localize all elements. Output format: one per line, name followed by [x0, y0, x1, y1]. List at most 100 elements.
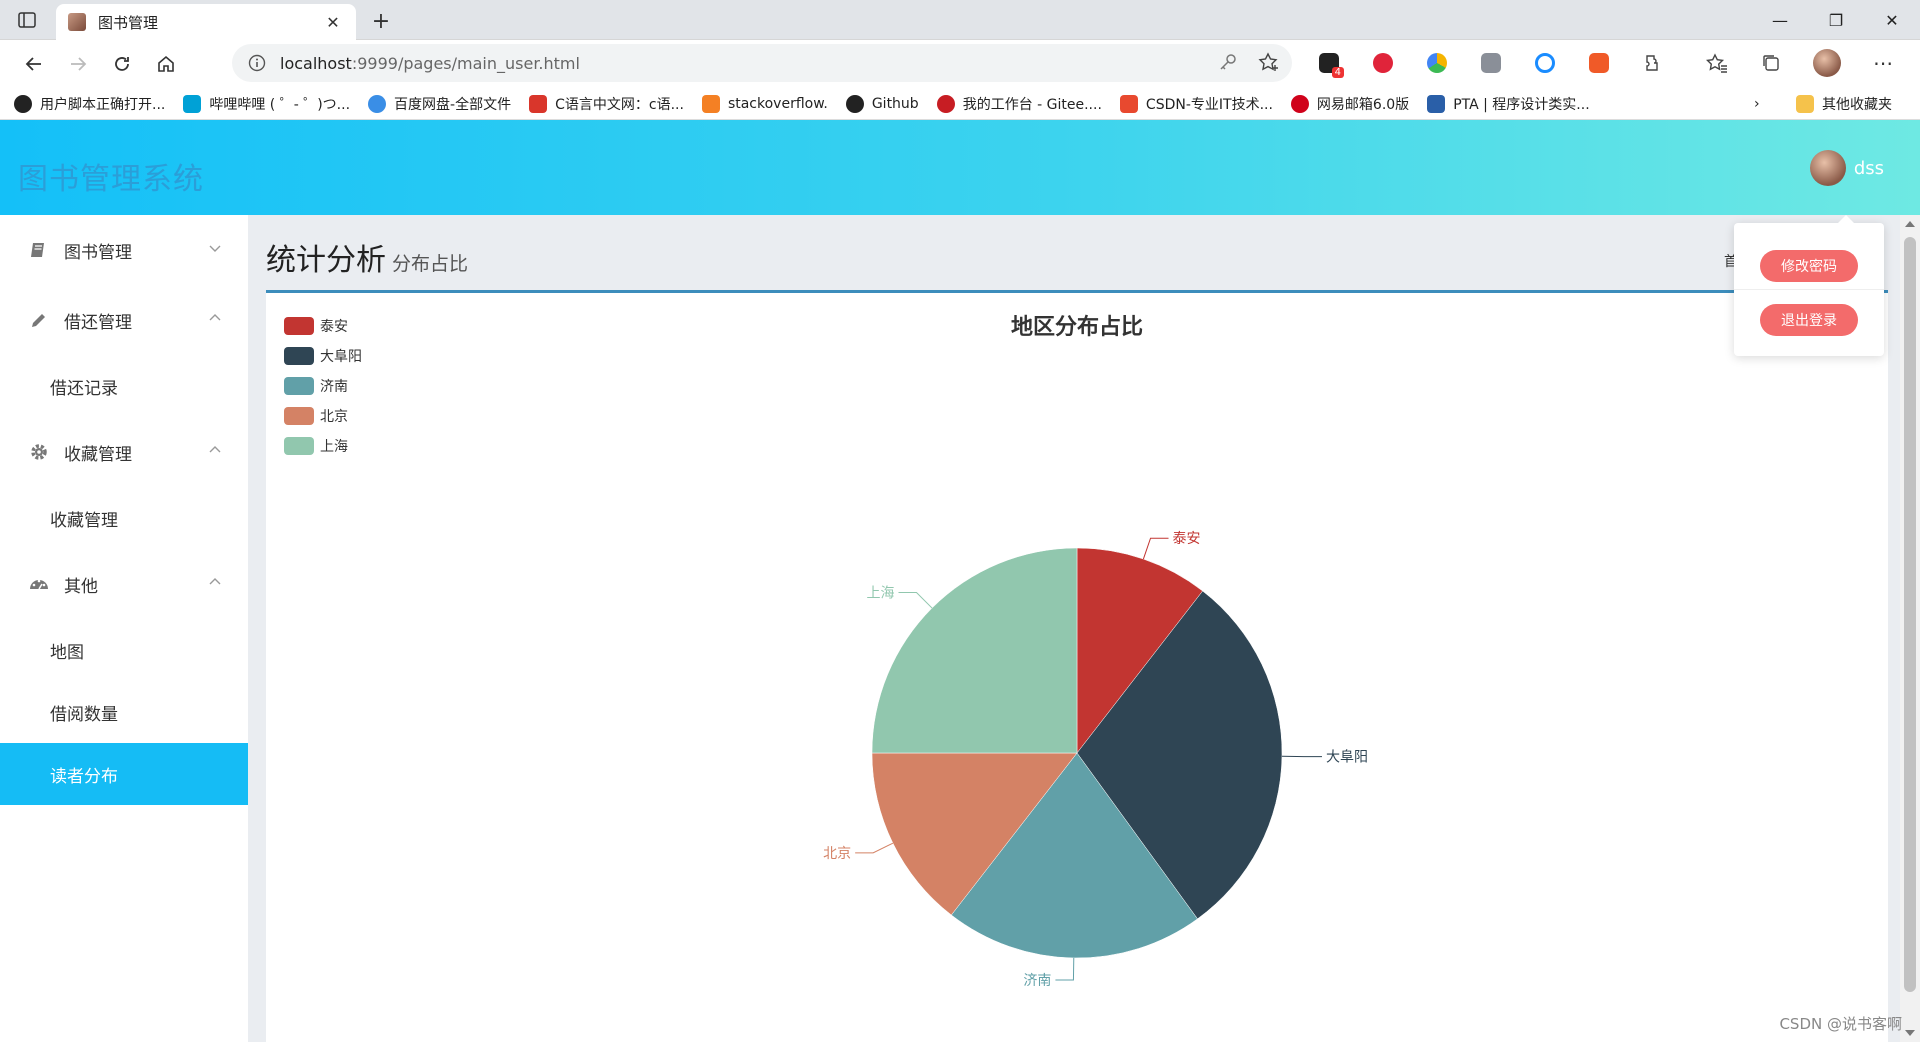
- slice-label-line: [898, 592, 932, 608]
- sidebar-group-other[interactable]: 其他: [0, 549, 248, 619]
- bookmark-icon: [702, 95, 720, 113]
- change-password-button[interactable]: 修改密码: [1760, 250, 1858, 282]
- user-menu-toggle[interactable]: dss: [1810, 150, 1884, 186]
- collections-icon[interactable]: [1754, 46, 1788, 80]
- sidebar-item-reader-distribution[interactable]: 读者分布: [0, 743, 248, 805]
- slice-label: 上海: [866, 585, 894, 601]
- legend-item[interactable]: 上海: [284, 431, 362, 461]
- bookmark-item[interactable]: Github: [846, 95, 919, 113]
- scroll-up-icon[interactable]: [1905, 221, 1915, 227]
- profile-avatar-icon[interactable]: [1810, 46, 1844, 80]
- slice-label-line: [1055, 958, 1073, 980]
- restore-icon[interactable]: ❐: [1808, 0, 1864, 40]
- close-window-icon[interactable]: ✕: [1864, 0, 1920, 40]
- sidebar-group-label: 图书管理: [64, 238, 132, 263]
- bookmark-item[interactable]: 我的工作台 - Gitee....: [937, 94, 1102, 114]
- chevron-down-icon: [208, 241, 222, 255]
- app-title: 图书管理系统: [18, 154, 204, 198]
- legend-item[interactable]: 北京: [284, 401, 362, 431]
- pie-slice[interactable]: [872, 548, 1077, 753]
- home-icon[interactable]: [144, 44, 188, 84]
- key-icon[interactable]: [1218, 52, 1238, 72]
- bookmark-item[interactable]: 百度网盘-全部文件: [368, 94, 511, 114]
- bookmark-label: 哔哩哔哩 ( ゜- ゜)つ...: [209, 94, 350, 114]
- other-bookmarks-folder[interactable]: 其他收藏夹: [1796, 94, 1892, 114]
- extensions-icon[interactable]: [1636, 46, 1670, 80]
- app-header: 图书管理系统 dss: [0, 120, 1920, 215]
- legend-label: 北京: [320, 406, 348, 426]
- sidebar-item-favorites[interactable]: 收藏管理: [0, 487, 248, 549]
- back-icon[interactable]: [12, 44, 56, 84]
- slice-label: 济南: [1023, 973, 1051, 989]
- bookmark-item[interactable]: 哔哩哔哩 ( ゜- ゜)つ...: [183, 94, 350, 114]
- legend-label: 上海: [320, 436, 348, 456]
- bookmark-icon: [1120, 95, 1138, 113]
- forward-icon[interactable]: [56, 44, 100, 84]
- dashboard-icon: [28, 573, 50, 595]
- sidebar-item-borrow-records[interactable]: 借还记录: [0, 355, 248, 417]
- reload-icon[interactable]: [100, 44, 144, 84]
- window-controls: — ❐ ✕: [1752, 0, 1920, 40]
- address-bar[interactable]: localhost:9999/pages/main_user.html: [232, 44, 1292, 82]
- sidebar-item-map[interactable]: 地图: [0, 619, 248, 681]
- adblock-icon[interactable]: [1366, 46, 1400, 80]
- new-tab-icon[interactable]: +: [366, 6, 396, 36]
- bookmark-item[interactable]: CSDN-专业IT技术...: [1120, 94, 1273, 114]
- bookmarks-bar: 用户脚本正确打开... 哔哩哔哩 ( ゜- ゜)つ... 百度网盘-全部文件 C…: [0, 88, 1920, 120]
- scrollbar-thumb[interactable]: [1904, 237, 1916, 992]
- bookmarks-overflow-icon[interactable]: ›: [1754, 96, 1760, 112]
- browser-tab-bar: 图书管理 ✕ + — ❐ ✕: [0, 0, 1920, 40]
- site-info-icon[interactable]: [248, 54, 266, 72]
- browser-tab[interactable]: 图书管理 ✕: [56, 4, 356, 40]
- bookmark-icon: [1427, 95, 1445, 113]
- chevron-up-icon: [208, 443, 222, 457]
- page-title: 统计分析: [266, 235, 386, 279]
- tab-actions-icon[interactable]: [10, 6, 44, 34]
- scroll-down-icon[interactable]: [1905, 1030, 1915, 1036]
- sidebar-group-favorites-management[interactable]: 收藏管理: [0, 417, 248, 487]
- bookmark-label: 我的工作台 - Gitee....: [963, 94, 1102, 114]
- legend-item[interactable]: 大阜阳: [284, 341, 362, 371]
- bookmark-item[interactable]: 网易邮箱6.0版: [1291, 94, 1409, 114]
- extension-ring-icon[interactable]: [1528, 46, 1562, 80]
- bookmark-item[interactable]: C语言中文网：c语...: [529, 94, 684, 114]
- gear-icon: [28, 441, 50, 463]
- bookmark-label: Github: [872, 96, 919, 112]
- add-favorite-icon[interactable]: [1258, 52, 1280, 72]
- bookmark-item[interactable]: 用户脚本正确打开...: [14, 94, 165, 114]
- page-scrollbar[interactable]: [1900, 215, 1920, 1042]
- chevron-up-icon: [208, 311, 222, 325]
- legend-swatch: [284, 437, 314, 455]
- extension-shield-icon[interactable]: [1420, 46, 1454, 80]
- bookmark-label: PTA | 程序设计类实...: [1453, 94, 1589, 114]
- favorites-icon[interactable]: [1700, 46, 1734, 80]
- bookmark-item[interactable]: PTA | 程序设计类实...: [1427, 94, 1589, 114]
- page-header: 统计分析 分布占比: [266, 235, 468, 279]
- other-bookmarks-label: 其他收藏夹: [1822, 94, 1892, 114]
- sidebar-group-borrow-management[interactable]: 借还管理: [0, 285, 248, 355]
- sidebar-group-book-management[interactable]: 图书管理: [0, 215, 248, 285]
- extension-json-icon[interactable]: [1582, 46, 1616, 80]
- sidebar-group-label: 其他: [64, 572, 98, 597]
- slice-label-line: [1143, 538, 1168, 559]
- minimize-icon[interactable]: —: [1752, 0, 1808, 40]
- more-menu-icon[interactable]: ⋯: [1866, 46, 1900, 80]
- bookmark-icon: [529, 95, 547, 113]
- bookmark-icon: [14, 95, 32, 113]
- extension-notes-icon[interactable]: 4: [1312, 46, 1346, 80]
- bookmark-label: 用户脚本正确打开...: [40, 94, 165, 114]
- bookmark-item[interactable]: stackoverflow.: [702, 95, 828, 113]
- legend-item[interactable]: 济南: [284, 371, 362, 401]
- bookmark-icon: [937, 95, 955, 113]
- legend-item[interactable]: 泰安: [284, 311, 362, 341]
- tab-close-icon[interactable]: ✕: [322, 11, 344, 33]
- extension-g-icon[interactable]: [1474, 46, 1508, 80]
- sidebar-group-label: 收藏管理: [64, 440, 132, 465]
- url-text: localhost:9999/pages/main_user.html: [280, 54, 580, 73]
- chart-panel: 泰安大阜阳济南北京上海 地区分布占比 泰安大阜阳济南北京上海: [266, 290, 1888, 1050]
- bookmark-label: C语言中文网：c语...: [555, 94, 684, 114]
- sidebar-item-borrow-count[interactable]: 借阅数量: [0, 681, 248, 743]
- bookmark-icon: [183, 95, 201, 113]
- logout-button[interactable]: 退出登录: [1760, 304, 1858, 336]
- legend-swatch: [284, 377, 314, 395]
